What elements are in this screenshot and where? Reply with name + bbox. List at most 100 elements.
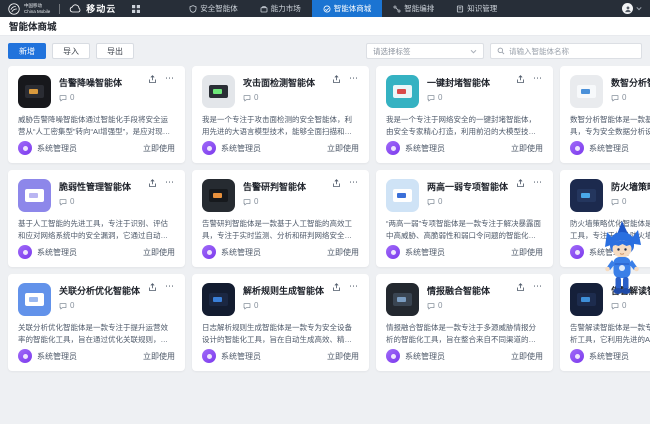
comment-count: 0: [243, 301, 324, 310]
nav-label: 智能体商城: [334, 3, 372, 14]
owner-name: 系统管理员: [405, 143, 445, 154]
share-icon[interactable]: [332, 283, 341, 292]
search-box: [490, 43, 642, 59]
export-button[interactable]: 导出: [96, 43, 134, 59]
agent-icon: [570, 75, 603, 108]
tag-select[interactable]: 请选择标签: [366, 43, 484, 59]
owner-badge: 系统管理员: [202, 141, 261, 155]
use-now-link[interactable]: 立即使用: [511, 351, 543, 362]
more-icon[interactable]: ⋯: [165, 283, 175, 289]
more-icon[interactable]: ⋯: [533, 75, 543, 81]
use-now-link[interactable]: 立即使用: [327, 143, 359, 154]
assistant-mascot[interactable]: [600, 220, 644, 298]
card-header: 一键封堵智能体 0 ⋯: [386, 75, 543, 108]
agent-icon-screen: [25, 189, 44, 202]
orchestrate-icon: [393, 5, 401, 13]
share-icon[interactable]: [148, 283, 157, 292]
owner-name: 系统管理员: [37, 143, 77, 154]
search-input[interactable]: [509, 47, 635, 56]
main-nav: 安全智能体 能力市场 智能体商城 智能编排 知识管理: [178, 0, 508, 17]
use-now-link[interactable]: 立即使用: [327, 351, 359, 362]
agent-description: 关联分析优化智能体是一款专注于提升运营效率的智能化工具，旨在通过优化关联规则，挖…: [18, 322, 175, 346]
nav-item-capability-market[interactable]: 能力市场: [249, 0, 312, 17]
card-footer: 系统管理员 立即使用: [18, 141, 175, 155]
agent-icon-accent: [581, 89, 590, 94]
more-icon[interactable]: ⋯: [533, 283, 543, 289]
user-menu[interactable]: [622, 3, 642, 14]
use-now-link[interactable]: 立即使用: [143, 247, 175, 258]
nav-item-knowledge[interactable]: 知识管理: [445, 0, 508, 17]
comment-count: 0: [427, 93, 490, 102]
more-icon[interactable]: ⋯: [349, 283, 359, 289]
more-icon[interactable]: ⋯: [349, 179, 359, 185]
share-icon[interactable]: [332, 75, 341, 84]
share-icon[interactable]: [516, 75, 525, 84]
share-icon[interactable]: [516, 283, 525, 292]
agent-card: 关联分析优化智能体 0 ⋯ 关联分析优化智能体是一款专注于提升运营效率的智能化工…: [8, 274, 185, 371]
agent-description: 我是一个专注于网络安全的一键封堵智能体，由安全专家精心打造，利用前沿的大模型技术…: [386, 114, 543, 138]
share-icon[interactable]: [148, 179, 157, 188]
comment-count: 0: [427, 301, 490, 310]
comment-count-value: 0: [70, 301, 74, 310]
apps-grid-icon[interactable]: [132, 5, 140, 13]
card-actions: ⋯: [516, 283, 543, 316]
comment-count: 0: [59, 301, 140, 310]
owner-name: 系统管理员: [221, 247, 261, 258]
more-icon[interactable]: ⋯: [533, 179, 543, 185]
comment-count-value: 0: [622, 197, 626, 206]
comment-count: 0: [59, 93, 122, 102]
agent-title: 脆弱性管理智能体: [59, 180, 131, 193]
comment-count: 0: [243, 93, 315, 102]
agent-card: 告警研判智能体 0 ⋯ 告警研判智能体是一款基于人工智能的高效工具，专注于实时监…: [192, 170, 369, 267]
page-title: 智能体商城: [9, 19, 57, 33]
agent-icon: [570, 179, 603, 212]
nav-label: 安全智能体: [200, 3, 238, 14]
agent-description: 我是一个专注于攻击面检测的安全智能体，利用先进的大语言模型技术，能够全面扫描和分…: [202, 114, 359, 138]
agent-description: 数智分析智能体是一款基于人工智能技术的先进工具，专为安全数据分析设计，它能够高效…: [570, 114, 650, 138]
agent-icon-accent: [397, 89, 406, 94]
owner-name: 系统管理员: [405, 351, 445, 362]
agent-icon-screen: [25, 293, 44, 306]
agent-icon-accent: [29, 89, 38, 94]
comment-count-value: 0: [438, 93, 442, 102]
app-window: 中国移动 China Mobile 移动云 安全智能体 能力市场: [0, 0, 650, 436]
owner-name: 系统管理员: [37, 247, 77, 258]
nav-item-security-agents[interactable]: 安全智能体: [178, 0, 249, 17]
nav-item-agent-store[interactable]: 智能体商城: [312, 0, 383, 17]
nav-item-orchestration[interactable]: 智能编排: [382, 0, 445, 17]
use-now-link[interactable]: 立即使用: [143, 351, 175, 362]
card-header: 告警降噪智能体 0 ⋯: [18, 75, 175, 108]
share-icon[interactable]: [148, 75, 157, 84]
agent-icon: [386, 179, 419, 212]
use-now-link[interactable]: 立即使用: [511, 247, 543, 258]
owner-avatar-icon: [18, 245, 32, 259]
add-button[interactable]: 新增: [8, 43, 46, 59]
share-icon[interactable]: [332, 179, 341, 188]
agent-icon-screen: [209, 85, 228, 98]
use-now-link[interactable]: 立即使用: [143, 143, 175, 154]
main-content: 新增 导入 导出 请选择标签 告警降噪智能体: [0, 36, 650, 424]
comment-icon: [427, 302, 435, 310]
use-now-link[interactable]: 立即使用: [327, 247, 359, 258]
owner-badge: 系统管理员: [570, 349, 629, 363]
owner-badge: 系统管理员: [18, 245, 77, 259]
agent-title: 防火墙策略优化智能体: [611, 180, 650, 193]
agent-icon-screen: [393, 85, 412, 98]
agent-icon-screen: [209, 293, 228, 306]
agent-icon: [18, 179, 51, 212]
share-icon[interactable]: [516, 179, 525, 188]
use-now-link[interactable]: 立即使用: [511, 143, 543, 154]
comment-count: 0: [59, 197, 131, 206]
agent-card: 解析规则生成智能体 0 ⋯ 日志解析规则生成智能体是一款专为安全设备设计的智能化…: [192, 274, 369, 371]
import-button[interactable]: 导入: [52, 43, 90, 59]
card-header: 解析规则生成智能体 0 ⋯: [202, 283, 359, 316]
agent-icon-accent: [397, 297, 406, 302]
nav-label: 能力市场: [271, 3, 301, 14]
agent-icon-accent: [397, 193, 406, 198]
more-icon[interactable]: ⋯: [165, 179, 175, 185]
card-header: 攻击面检测智能体 0 ⋯: [202, 75, 359, 108]
more-icon[interactable]: ⋯: [349, 75, 359, 81]
more-icon[interactable]: ⋯: [165, 75, 175, 81]
comment-icon: [243, 302, 251, 310]
comment-icon: [611, 302, 619, 310]
